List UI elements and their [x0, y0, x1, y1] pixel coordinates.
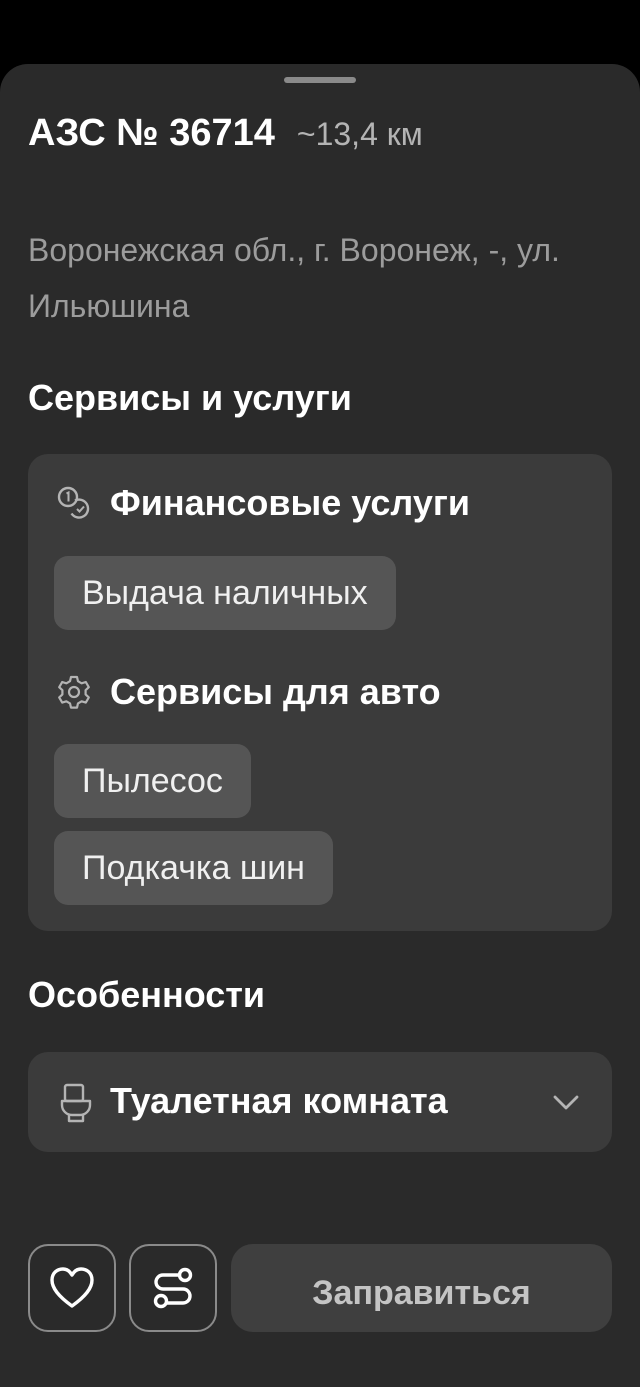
service-chip[interactable]: Выдача наличных	[54, 556, 396, 630]
toilet-icon	[58, 1082, 94, 1124]
coins-icon	[54, 483, 94, 523]
station-title: АЗС № 36714	[28, 112, 275, 154]
services-group-title: Сервисы для авто	[110, 671, 441, 712]
services-group-finance: Финансовые услуги	[54, 482, 470, 524]
route-icon	[153, 1267, 193, 1309]
service-chip[interactable]: Подкачка шин	[54, 831, 333, 905]
services-section-title: Сервисы и услуги	[28, 377, 352, 418]
services-group-title: Финансовые услуги	[110, 482, 470, 523]
station-bottom-sheet: АЗС № 36714 ~13,4 км Воронежская обл., г…	[0, 64, 640, 1387]
services-group-auto: Сервисы для авто	[54, 671, 441, 713]
chevron-down-icon[interactable]	[550, 1086, 582, 1118]
services-card: Финансовые услуги Выдача наличных Сервис…	[28, 454, 612, 931]
feature-label: Туалетная комната	[110, 1080, 448, 1121]
status-bar	[0, 0, 640, 64]
heart-icon	[50, 1267, 94, 1308]
service-chip[interactable]: Пылесос	[54, 744, 251, 818]
refuel-button[interactable]: Заправиться	[231, 1244, 612, 1332]
drag-handle[interactable]	[284, 77, 356, 83]
feature-row-toilet[interactable]: Туалетная комната	[28, 1052, 612, 1152]
refuel-button-label: Заправиться	[312, 1274, 531, 1312]
gear-icon	[54, 672, 94, 712]
route-button[interactable]	[129, 1244, 217, 1332]
features-section-title: Особенности	[28, 974, 266, 1015]
favorite-button[interactable]	[28, 1244, 116, 1332]
station-distance: ~13,4 км	[296, 116, 423, 152]
station-address: Воронежская обл., г. Воронеж, -, ул. Иль…	[28, 232, 560, 324]
title-row: АЗС № 36714 ~13,4 км	[28, 112, 423, 155]
